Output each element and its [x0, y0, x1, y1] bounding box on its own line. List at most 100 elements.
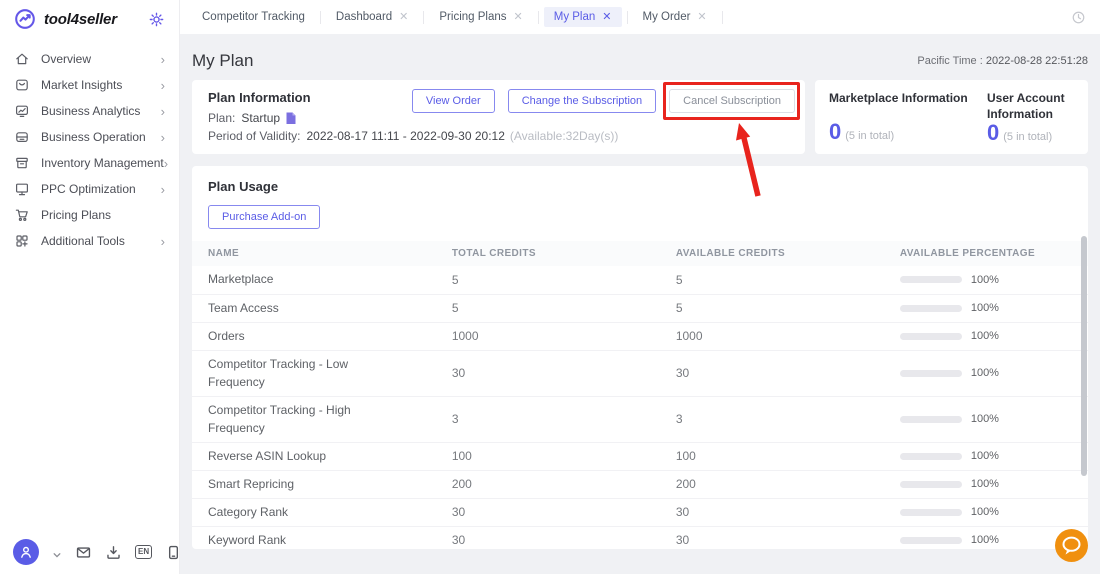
- table-row: Smart Repricing 200 200 100%: [192, 470, 1088, 499]
- grid-icon: [14, 233, 30, 249]
- usage-name: Category Rank: [208, 505, 289, 520]
- usage-percentage: 100%: [970, 450, 999, 463]
- tab-label: Pricing Plans: [439, 11, 507, 23]
- user-account-count: 0: [987, 120, 1000, 146]
- usage-available: 3: [675, 396, 900, 443]
- logo-row: tool4seller: [0, 0, 179, 38]
- mobile-icon[interactable]: [165, 544, 182, 561]
- plan-label: Plan:: [208, 111, 236, 125]
- cart-icon: [14, 207, 30, 223]
- col-name: NAME: [192, 241, 452, 266]
- tab-separator: [537, 10, 539, 24]
- user-account-total-note: (5 in total): [1003, 131, 1053, 144]
- sidebar-item-inventory-management[interactable]: Inventory Management ›: [0, 150, 179, 176]
- progress-bar: [899, 452, 962, 460]
- cancel-subscription-button[interactable]: Cancel Subscription: [669, 89, 795, 113]
- sidebar-item-additional-tools[interactable]: Additional Tools ›: [0, 228, 179, 254]
- table-row: Category Rank 30 30 100%: [192, 498, 1088, 527]
- usage-percentage: 100%: [970, 330, 999, 342]
- usage-available: 30: [675, 526, 900, 549]
- purchase-addon-button[interactable]: Purchase Add-on: [208, 205, 321, 229]
- tab-my-plan[interactable]: My Plan ✕: [543, 7, 622, 27]
- brand-logo-icon: [14, 8, 36, 30]
- usage-name: Competitor Tracking - High Frequency: [208, 402, 351, 436]
- col-total-credits: TOTAL CREDITS: [451, 241, 676, 266]
- table-row: Orders 1000 1000 100%: [192, 322, 1088, 351]
- tab-label: My Order: [642, 11, 691, 23]
- sidebar-item-pricing-plans[interactable]: Pricing Plans ›: [0, 202, 179, 228]
- tab-pricing-plans[interactable]: Pricing Plans ✕: [429, 7, 532, 27]
- tab-close-icon[interactable]: ✕: [399, 11, 408, 23]
- chevron-down-icon[interactable]: [52, 547, 62, 558]
- tab-close-icon[interactable]: ✕: [602, 11, 611, 23]
- usage-total: 30: [451, 526, 676, 549]
- page-header: My Plan Pacific Time : 2022-08-28 22:51:…: [192, 46, 1088, 76]
- account-information-card: Marketplace Information 0 (5 in total) U…: [815, 80, 1088, 154]
- sidebar-item-market-insights[interactable]: Market Insights ›: [0, 72, 179, 98]
- tab-close-icon[interactable]: ✕: [697, 11, 706, 23]
- sidebar-item-business-operation[interactable]: Business Operation ›: [0, 124, 179, 150]
- change-subscription-button[interactable]: Change the Subscription: [507, 89, 657, 113]
- table-row: Marketplace 5 5 100%: [192, 266, 1088, 295]
- download-icon[interactable]: [105, 544, 122, 561]
- sidebar-item-business-analytics[interactable]: Business Analytics ›: [0, 98, 179, 124]
- tab-dashboard[interactable]: Dashboard ✕: [326, 7, 418, 27]
- sidebar-item-label: PPC Optimization: [41, 182, 136, 196]
- progress-bar: [899, 415, 962, 423]
- sidebar-item-ppc-optimization[interactable]: PPC Optimization ›: [0, 176, 179, 202]
- usage-percentage: 100%: [970, 302, 999, 314]
- cancel-subscription-wrap: Cancel Subscription: [663, 82, 800, 120]
- usage-percentage: 100%: [970, 478, 999, 491]
- settings-gear-icon[interactable]: [148, 11, 165, 28]
- user-account-info-title: User Account Information: [987, 91, 1065, 121]
- usage-available: 5: [675, 294, 900, 323]
- mail-icon[interactable]: [75, 544, 92, 561]
- usage-name: Smart Repricing: [208, 477, 295, 492]
- tab-separator: [319, 10, 321, 24]
- plan-information-card: Plan Information Plan: Startup Period of…: [192, 80, 805, 154]
- chevron-right-icon: ›: [160, 129, 165, 145]
- usage-percentage: 100%: [970, 367, 999, 380]
- language-en-icon[interactable]: EN: [135, 545, 153, 559]
- marketplace-info-block: Marketplace Information 0 (5 in total): [829, 91, 977, 143]
- server-time: Pacific Time : 2022-08-28 22:51:28: [917, 55, 1088, 67]
- sidebar-item-label: Market Insights: [41, 78, 123, 92]
- usage-percentage: 100%: [970, 273, 999, 286]
- sidebar-item-label: Pricing Plans: [41, 208, 112, 222]
- usage-available: 200: [675, 470, 900, 499]
- tab-close-icon[interactable]: ✕: [514, 11, 523, 23]
- timestamp: 2022-08-28 22:51:28: [985, 55, 1088, 67]
- tab-separator: [721, 10, 723, 24]
- tab-label: Dashboard: [335, 11, 393, 23]
- marketplace-count: 0: [829, 119, 842, 144]
- usage-percentage: 100%: [970, 506, 999, 519]
- chevron-right-icon: ›: [160, 181, 165, 197]
- clock-icon[interactable]: [1071, 10, 1086, 25]
- progress-bar: [899, 304, 962, 312]
- table-row: Reverse ASIN Lookup 100 100 100%: [192, 442, 1088, 471]
- chat-widget-button[interactable]: [1055, 529, 1088, 562]
- view-order-button[interactable]: View Order: [411, 89, 495, 113]
- usage-total: 100: [451, 442, 676, 471]
- marketplace-total-note: (5 in total): [845, 130, 895, 142]
- table-scrollbar[interactable]: [1081, 236, 1087, 476]
- sidebar-item-overview[interactable]: Overview ›: [0, 46, 179, 72]
- validity-label: Period of Validity:: [208, 129, 301, 143]
- usage-name: Marketplace: [208, 272, 274, 287]
- tab-my-order[interactable]: My Order ✕: [633, 7, 717, 27]
- document-icon[interactable]: [285, 112, 297, 125]
- plan-usage-table: NAME TOTAL CREDITS AVAILABLE CREDITS AVA…: [192, 241, 1088, 549]
- plan-usage-title: Plan Usage: [208, 179, 279, 194]
- user-avatar[interactable]: [13, 539, 39, 565]
- inventory-icon: [14, 155, 30, 171]
- tab-competitor-tracking[interactable]: Competitor Tracking: [192, 7, 315, 27]
- sidebar: tool4seller Overview › Market Insights ›…: [0, 0, 180, 574]
- usage-total: 30: [451, 350, 676, 397]
- sidebar-footer: EN: [13, 539, 182, 565]
- monitor-icon: [14, 181, 30, 197]
- progress-bar: [899, 369, 962, 377]
- validity-line: Period of Validity: 2022-08-17 11:11 - 2…: [208, 129, 795, 143]
- usage-percentage: 100%: [970, 534, 999, 547]
- table-header-row: NAME TOTAL CREDITS AVAILABLE CREDITS AVA…: [192, 241, 1088, 266]
- page-title: My Plan: [192, 51, 254, 70]
